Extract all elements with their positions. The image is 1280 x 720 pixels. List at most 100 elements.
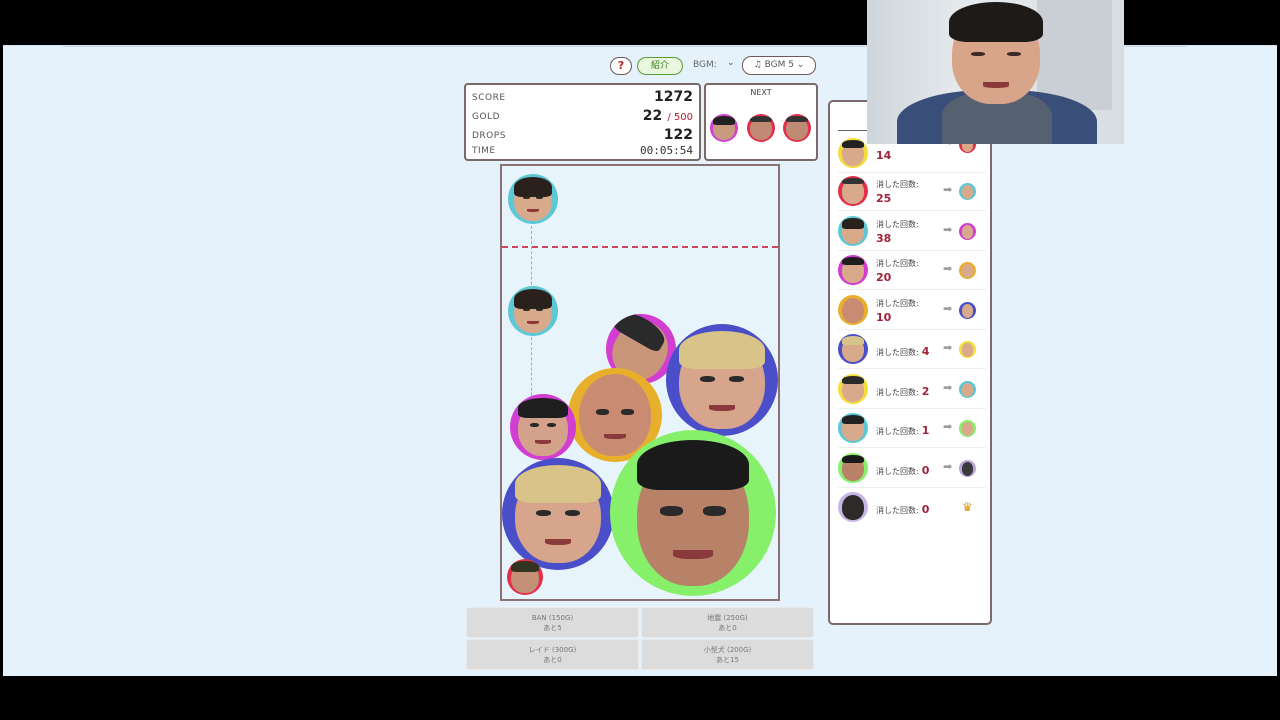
crown-icon: ♛ <box>962 500 973 514</box>
row5-count: 10 <box>876 311 892 324</box>
next-ball-3 <box>783 114 811 142</box>
evolution-row-4: 消した回数: 20 ➡ <box>838 253 986 290</box>
evolution-row-6: 消した回数: 4 ➡ <box>838 332 986 369</box>
row4-count-label: 消した回数: <box>876 259 919 268</box>
field-ball-blue-blond-2 <box>502 458 614 570</box>
arrow-icon: ➡ <box>943 341 953 354</box>
row10-count: 0 <box>921 503 930 516</box>
row5-count-label: 消した回数: <box>876 299 919 308</box>
row7-avatar <box>838 374 868 404</box>
earthquake-label: 地震 (250G) <box>707 614 748 622</box>
row8-avatar <box>838 413 868 443</box>
row2-avatar <box>838 176 868 206</box>
raid-button[interactable]: レイド (300G) あと0 <box>466 639 639 670</box>
raid-remaining: あと0 <box>543 656 562 664</box>
evolution-row-10: 消した回数: 0 ♛ <box>838 490 986 526</box>
field-ball-red-small <box>507 559 543 595</box>
ban-button[interactable]: BAN (150G) あと5 <box>466 607 639 638</box>
evolution-row-2: 消した回数: 25 ➡ <box>838 174 986 211</box>
row7-count-label: 消した回数: 2 <box>876 385 930 398</box>
row4-next-avatar <box>959 262 976 279</box>
action-buttons: BAN (150G) あと5 地震 (250G) あと0 レイド (300G) … <box>466 607 816 670</box>
evolution-row-8: 消した回数: 1 ➡ <box>838 411 986 448</box>
gold-value: 22 <box>642 108 663 124</box>
intro-button[interactable]: 紹介 <box>637 57 683 75</box>
field-ball-green-large <box>610 430 776 596</box>
row2-next-avatar <box>959 183 976 200</box>
row8-count-label: 消した回数: 1 <box>876 424 930 437</box>
score-panel: SCORE 1272 GOLD 22 / 500 DROPS 122 TIME … <box>464 83 701 161</box>
arrow-icon: ➡ <box>943 381 953 394</box>
time-label: TIME <box>472 146 496 156</box>
field-ball-magenta-cap <box>510 394 576 460</box>
score-label: SCORE <box>472 93 506 103</box>
field-ball-blue-blond <box>666 324 778 436</box>
next-ball-2 <box>747 114 775 142</box>
row9-count-label: 消した回数: 0 <box>876 464 930 477</box>
score-row: SCORE 1272 <box>472 87 693 105</box>
evolution-panel: 14 ➡ 消した回数: 25 ➡ 消した回数: 38 ➡ 消した回数: 20 ➡ <box>828 100 992 625</box>
earthquake-remaining: あと0 <box>718 624 737 632</box>
time-row: TIME 00:05:54 <box>472 140 693 158</box>
falling-ball <box>508 286 558 336</box>
next-panel: NEXT <box>704 83 818 161</box>
evolution-row-9: 消した回数: 0 ➡ <box>838 451 986 488</box>
gold-value-group: 22 / 500 <box>643 105 693 124</box>
arrow-icon: ➡ <box>943 183 953 196</box>
earthquake-button[interactable]: 地震 (250G) あと0 <box>641 607 814 638</box>
bgm-track-select[interactable]: ♫ BGM 5 ⌄ <box>742 56 816 75</box>
row4-count: 20 <box>876 271 892 284</box>
ban-label: BAN (150G) <box>531 614 574 622</box>
next-ball-1 <box>710 114 738 142</box>
row6-avatar <box>838 334 868 364</box>
evolution-row-3: 消した回数: 38 ➡ <box>838 214 986 251</box>
row10-avatar <box>838 492 868 522</box>
row4-avatar <box>838 255 868 285</box>
raid-label: レイド (300G) <box>528 646 577 654</box>
row3-avatar <box>838 216 868 246</box>
row7-next-avatar <box>959 381 976 398</box>
arrow-icon: ➡ <box>943 460 953 473</box>
row2-count: 25 <box>876 192 892 205</box>
gold-max: / 500 <box>667 112 693 123</box>
arrow-icon: ➡ <box>943 302 953 315</box>
arrow-icon: ➡ <box>943 420 953 433</box>
row6-count: 4 <box>921 345 930 358</box>
row6-next-avatar <box>959 341 976 358</box>
row7-count: 2 <box>921 385 930 398</box>
row1-avatar <box>838 138 868 168</box>
row3-next-avatar <box>959 223 976 240</box>
row3-count-label: 消した回数: <box>876 220 919 229</box>
help-button[interactable]: ? <box>610 57 632 75</box>
next-title: NEXT <box>750 88 772 97</box>
small-dog-remaining: あと15 <box>716 656 739 664</box>
held-ball[interactable] <box>508 174 558 224</box>
row9-count: 0 <box>921 464 930 477</box>
arrow-icon: ➡ <box>943 223 953 236</box>
ban-remaining: あと5 <box>543 624 562 632</box>
row1-count: 14 <box>876 149 892 162</box>
row9-avatar <box>838 453 868 483</box>
row5-next-avatar <box>959 302 976 319</box>
row10-count-label: 消した回数: 0 <box>876 503 930 516</box>
webcam-overlay <box>867 0 1124 144</box>
row5-avatar <box>838 295 868 325</box>
row3-count: 38 <box>876 232 892 245</box>
row8-count: 1 <box>921 424 930 437</box>
evolution-row-7: 消した回数: 2 ➡ <box>838 372 986 409</box>
row2-count-label: 消した回数: <box>876 180 919 189</box>
score-value: 1272 <box>654 89 693 105</box>
small-dog-button[interactable]: 小型犬 (200G) あと15 <box>641 639 814 670</box>
row9-next-avatar <box>959 460 976 477</box>
small-dog-label: 小型犬 (200G) <box>703 646 752 654</box>
arrow-icon: ➡ <box>943 262 953 275</box>
row6-count-label: 消した回数: 4 <box>876 345 930 358</box>
time-value: 00:05:54 <box>640 144 693 157</box>
bgm-label: BGM: <box>693 60 717 70</box>
playfield[interactable] <box>500 164 780 601</box>
evolution-row-5: 消した回数: 10 ➡ <box>838 293 986 330</box>
row8-next-avatar <box>959 420 976 437</box>
bgm-volume-dropdown[interactable]: ⌄ <box>727 58 735 68</box>
gold-row: GOLD 22 / 500 <box>472 106 693 124</box>
gold-label: GOLD <box>472 112 501 122</box>
